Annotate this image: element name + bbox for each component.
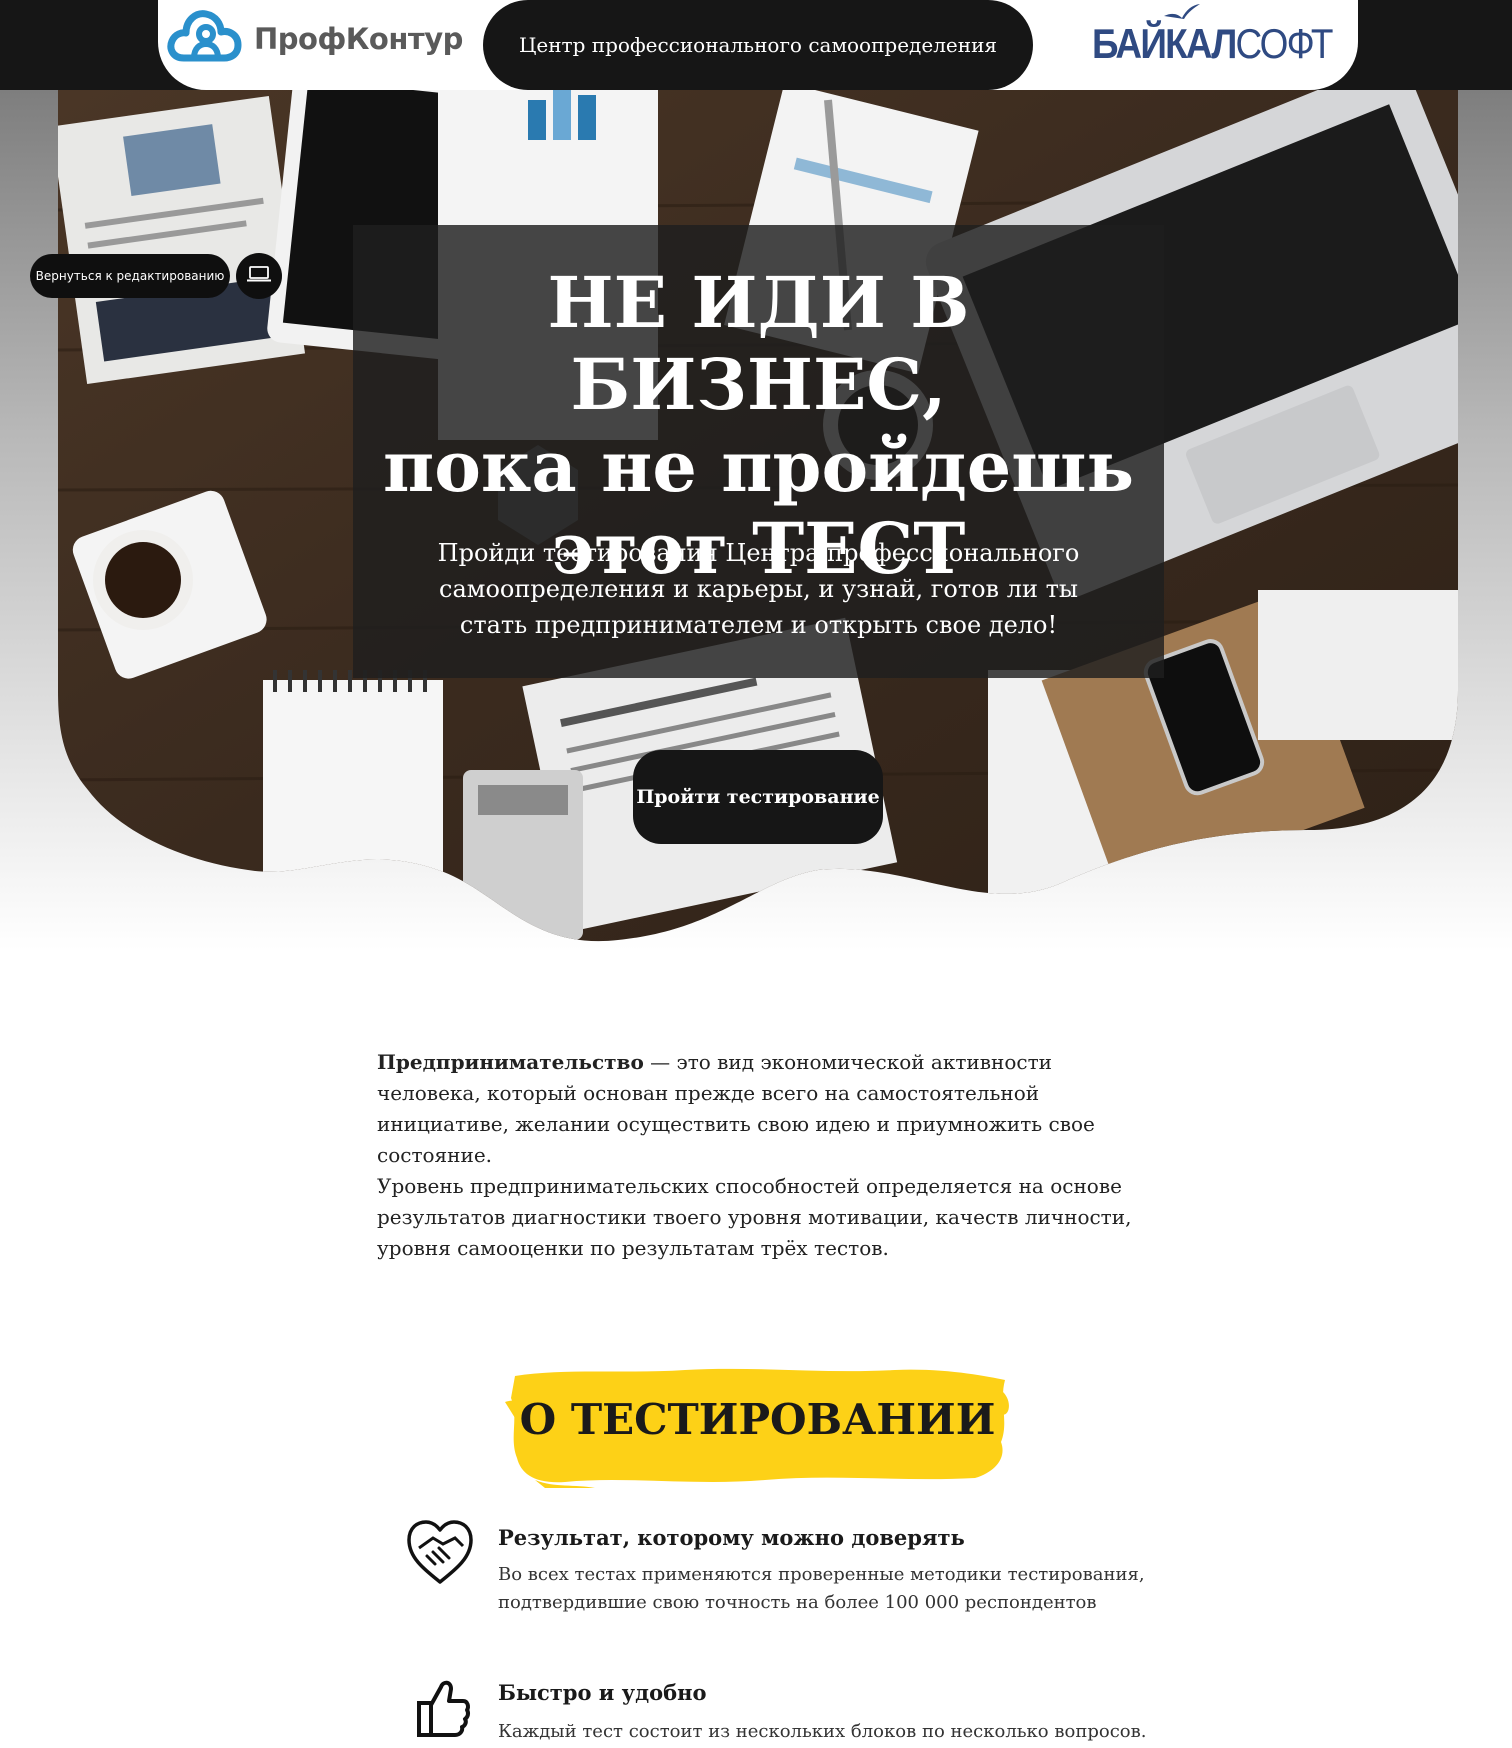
- hero-title-line1: НЕ ИДИ В БИЗНЕС,: [547, 261, 970, 426]
- hero-subtitle: Пройди тестирования Центра профессиональ…: [437, 539, 1080, 639]
- right-logo-name: БАЙКАЛСОФТ: [1092, 20, 1333, 67]
- intro-paragraph: Предпринимательство — это вид экономичес…: [377, 1047, 1137, 1171]
- back-to-editing-button[interactable]: Вернуться к редактированию: [30, 254, 230, 298]
- baikalsoft-logo[interactable]: БАЙКАЛСОФТ: [1092, 4, 1364, 74]
- hero-title-line2: пока не пройдешь: [382, 425, 1135, 508]
- cloud-logo-icon: [166, 6, 244, 72]
- intro-term: Предпринимательство: [377, 1050, 644, 1074]
- left-logo-name: ПрофКонтур: [254, 22, 463, 56]
- bird-icon: [1164, 4, 1200, 19]
- back-to-editing-label: Вернуться к редактированию: [35, 269, 225, 283]
- feature-title: Быстро и удобно: [498, 1680, 707, 1705]
- profkontur-logo[interactable]: ПрофКонтур: [166, 8, 463, 70]
- start-test-button[interactable]: Пройти тестирование: [633, 750, 883, 844]
- intro-paragraph-2: Уровень предпринимательских способностей…: [377, 1174, 1132, 1260]
- about-heading: О ТЕСТИРОВАНИИ: [519, 1395, 996, 1444]
- feature-text: Во всех тестах применяются проверенные м…: [498, 1564, 1145, 1613]
- handshake-heart-icon: [405, 1518, 475, 1588]
- thumbs-up-icon: [405, 1673, 475, 1743]
- device-preview-button[interactable]: [236, 253, 282, 299]
- feature-text: Каждый тест состоит из нескольких блоков…: [498, 1721, 1147, 1742]
- center-label[interactable]: Центр профессионального самоопределения: [483, 0, 1033, 90]
- center-label-text: Центр профессионального самоопределения: [518, 33, 998, 57]
- feature-title: Результат, которому можно доверять: [498, 1525, 965, 1550]
- laptop-icon: [246, 265, 272, 287]
